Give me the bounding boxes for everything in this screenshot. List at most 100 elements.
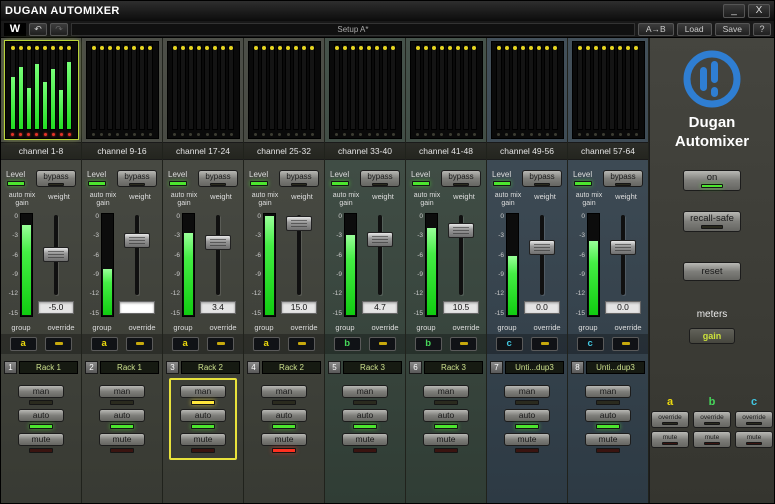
weight-value-field[interactable]: -5.0 <box>38 301 74 314</box>
meter-bridge-panel[interactable] <box>86 41 159 139</box>
group-select-button[interactable]: c <box>577 337 604 351</box>
group-select-button[interactable]: c <box>496 337 523 351</box>
mute-button[interactable]: mute <box>585 433 631 446</box>
group-select-button[interactable]: b <box>415 337 442 351</box>
mute-button[interactable]: mute <box>18 433 64 446</box>
weight-slider-handle[interactable] <box>43 247 69 262</box>
group-select-button[interactable]: a <box>91 337 118 351</box>
redo-icon[interactable]: ↷ <box>50 23 68 36</box>
channel-name-field[interactable]: Rack 2 <box>181 361 240 374</box>
override-button[interactable] <box>612 337 639 351</box>
override-button[interactable] <box>45 337 72 351</box>
auto-button[interactable]: auto <box>180 409 226 422</box>
auto-button[interactable]: auto <box>585 409 631 422</box>
weight-value-field[interactable]: 3.4 <box>200 301 236 314</box>
auto-button[interactable]: auto <box>99 409 145 422</box>
bypass-button[interactable]: bypass <box>279 170 319 187</box>
weight-slider[interactable] <box>276 213 322 297</box>
channel-name-field[interactable]: Unti...dup3 <box>586 361 645 374</box>
mute-button[interactable]: mute <box>342 433 388 446</box>
bypass-button[interactable]: bypass <box>117 170 157 187</box>
auto-button[interactable]: auto <box>504 409 550 422</box>
weight-slider-handle[interactable] <box>448 223 474 238</box>
group-select-button[interactable]: a <box>172 337 199 351</box>
ab-compare-button[interactable]: A→B <box>638 23 674 36</box>
meter-bridge-panel[interactable] <box>167 41 240 139</box>
reset-button[interactable]: reset <box>683 262 741 281</box>
auto-button[interactable]: auto <box>18 409 64 422</box>
override-button[interactable] <box>126 337 153 351</box>
weight-slider[interactable] <box>195 213 241 297</box>
man-button[interactable]: man <box>504 385 550 398</box>
meter-bridge-panel[interactable] <box>410 41 483 139</box>
help-button[interactable]: ? <box>753 23 771 36</box>
weight-value-field[interactable] <box>119 301 155 314</box>
titlebar[interactable]: DUGAN AUTOMIXER _ X <box>1 1 774 21</box>
mute-button[interactable]: mute <box>180 433 226 446</box>
weight-slider[interactable] <box>114 213 160 297</box>
group-c-override-button[interactable]: override <box>735 411 773 428</box>
group-b-mute-button[interactable]: mute <box>693 431 731 448</box>
weight-value-field[interactable]: 0.0 <box>605 301 641 314</box>
man-button[interactable]: man <box>180 385 226 398</box>
meter-bridge-panel[interactable] <box>572 41 645 139</box>
mute-button[interactable]: mute <box>504 433 550 446</box>
channel-name-field[interactable]: Rack 3 <box>424 361 483 374</box>
bypass-button[interactable]: bypass <box>603 170 643 187</box>
save-button[interactable]: Save <box>715 23 750 36</box>
weight-slider[interactable] <box>600 213 646 297</box>
weight-slider-handle[interactable] <box>529 240 555 255</box>
bypass-button[interactable]: bypass <box>522 170 562 187</box>
weight-slider[interactable] <box>33 213 79 297</box>
group-select-button[interactable]: b <box>334 337 361 351</box>
override-button[interactable] <box>450 337 477 351</box>
bypass-button[interactable]: bypass <box>198 170 238 187</box>
weight-value-field[interactable]: 15.0 <box>281 301 317 314</box>
gain-meter-button[interactable]: gain <box>689 328 735 344</box>
man-button[interactable]: man <box>99 385 145 398</box>
man-button[interactable]: man <box>261 385 307 398</box>
auto-button[interactable]: auto <box>423 409 469 422</box>
channel-name-field[interactable]: Rack 2 <box>262 361 321 374</box>
weight-slider-handle[interactable] <box>286 216 312 231</box>
weight-slider[interactable] <box>438 213 484 297</box>
weight-value-field[interactable]: 0.0 <box>524 301 560 314</box>
group-select-button[interactable]: a <box>253 337 280 351</box>
override-button[interactable] <box>288 337 315 351</box>
weight-slider[interactable] <box>519 213 565 297</box>
waves-logo-icon[interactable]: W <box>4 23 26 36</box>
group-select-button[interactable]: a <box>10 337 37 351</box>
meter-bridge-panel[interactable] <box>329 41 402 139</box>
man-button[interactable]: man <box>423 385 469 398</box>
man-button[interactable]: man <box>18 385 64 398</box>
man-button[interactable]: man <box>585 385 631 398</box>
mute-button[interactable]: mute <box>423 433 469 446</box>
override-button[interactable] <box>531 337 558 351</box>
weight-slider-handle[interactable] <box>205 235 231 250</box>
on-button[interactable]: on <box>683 170 741 191</box>
group-c-mute-button[interactable]: mute <box>735 431 773 448</box>
channel-name-field[interactable]: Rack 3 <box>343 361 402 374</box>
bypass-button[interactable]: bypass <box>441 170 481 187</box>
close-button[interactable]: X <box>748 4 770 18</box>
override-button[interactable] <box>207 337 234 351</box>
channel-name-field[interactable]: Unti...dup3 <box>505 361 564 374</box>
undo-icon[interactable]: ↶ <box>29 23 47 36</box>
group-a-mute-button[interactable]: mute <box>651 431 689 448</box>
weight-value-field[interactable]: 4.7 <box>362 301 398 314</box>
channel-name-field[interactable]: Rack 1 <box>19 361 78 374</box>
weight-slider[interactable] <box>357 213 403 297</box>
group-b-override-button[interactable]: override <box>693 411 731 428</box>
load-button[interactable]: Load <box>677 23 712 36</box>
meter-bridge-panel[interactable] <box>248 41 321 139</box>
auto-button[interactable]: auto <box>342 409 388 422</box>
mute-button[interactable]: mute <box>99 433 145 446</box>
meter-bridge-panel[interactable] <box>5 41 78 139</box>
weight-value-field[interactable]: 10.5 <box>443 301 479 314</box>
weight-slider-handle[interactable] <box>610 240 636 255</box>
auto-button[interactable]: auto <box>261 409 307 422</box>
mute-button[interactable]: mute <box>261 433 307 446</box>
man-button[interactable]: man <box>342 385 388 398</box>
recall-safe-button[interactable]: recall-safe <box>683 211 741 232</box>
minimize-button[interactable]: _ <box>723 4 745 18</box>
